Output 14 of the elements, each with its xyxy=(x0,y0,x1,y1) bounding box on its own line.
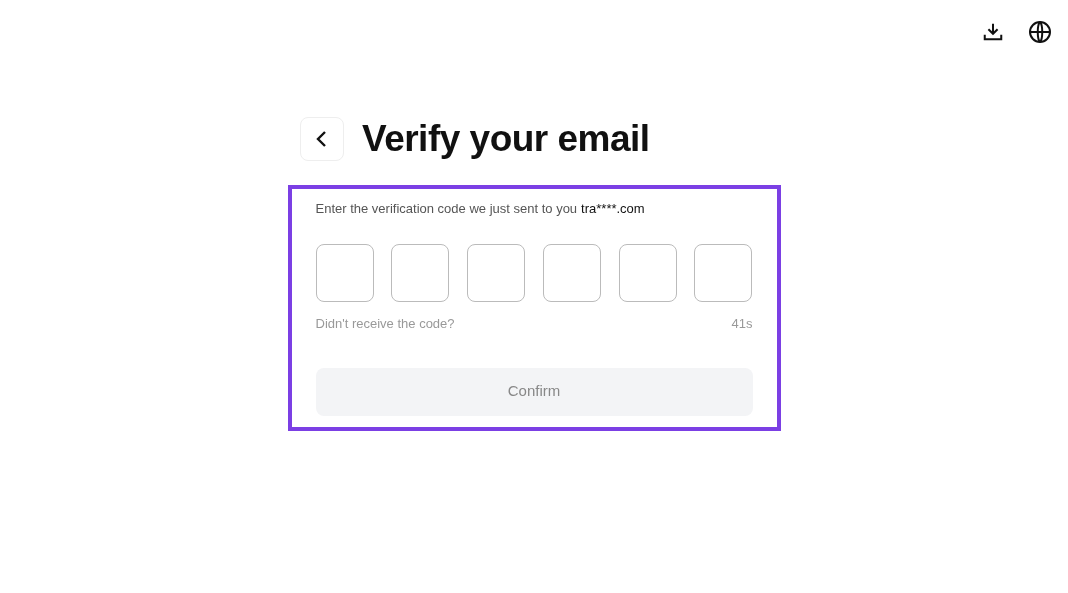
instruction-text: Enter the verification code we just sent to you xyxy=(315,199,578,218)
code-digit-field[interactable] xyxy=(315,244,374,302)
countdown-timer: 41s xyxy=(731,315,753,333)
download-icon[interactable] xyxy=(982,21,1004,43)
code-digit-field[interactable] xyxy=(618,244,677,302)
code-digit-field[interactable] xyxy=(542,244,601,302)
page-title: Verify your email xyxy=(362,117,650,161)
back-button[interactable] xyxy=(300,116,344,161)
code-digit-field[interactable] xyxy=(467,244,526,302)
code-digit-field[interactable] xyxy=(694,244,753,302)
resend-link[interactable]: Didn't receive the code? xyxy=(315,314,455,334)
code-digit-field[interactable] xyxy=(391,244,450,302)
globe-icon[interactable] xyxy=(1028,20,1052,44)
email-address: tra****.com xyxy=(581,199,645,218)
